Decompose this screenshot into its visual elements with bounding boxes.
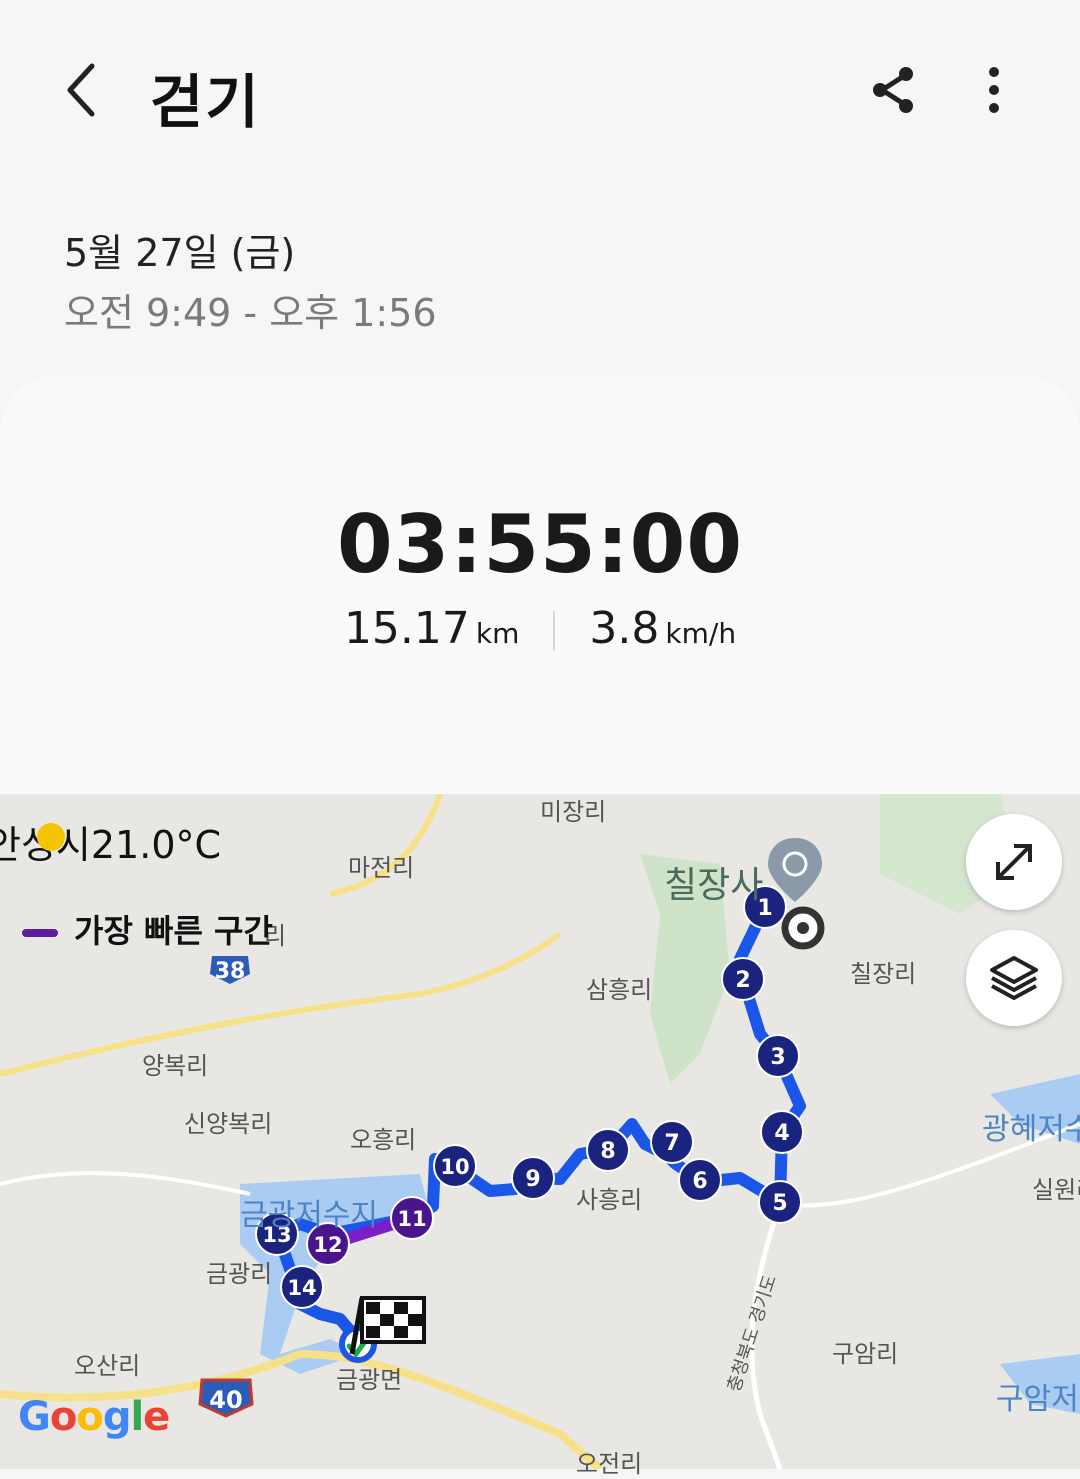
place-label: 신양복리 — [184, 1110, 273, 1138]
back-button[interactable] — [58, 58, 108, 122]
km-marker-11: 11 — [390, 1196, 434, 1240]
km-marker-label: 5 — [772, 1191, 787, 1216]
km-marker-8: 8 — [586, 1128, 630, 1172]
distance-value: 15.17 — [343, 603, 470, 654]
chevron-left-icon — [67, 63, 95, 117]
km-marker-label: 8 — [600, 1139, 615, 1164]
km-marker-10: 10 — [433, 1144, 477, 1188]
km-marker-5: 5 — [758, 1180, 802, 1224]
place-label: 금광면 — [336, 1366, 403, 1394]
end-point-dot — [797, 922, 809, 934]
legend-swatch — [22, 929, 58, 937]
km-marker-label: 14 — [287, 1276, 316, 1300]
map-legend: 가장 빠른 구간 — [22, 906, 273, 952]
session-time-range: 오전 9:49 - 오후 1:56 — [64, 291, 437, 335]
speed-value: 3.8 — [589, 603, 660, 654]
speed-unit: km/h — [665, 617, 737, 650]
km-marker-label: 9 — [525, 1167, 540, 1192]
place-label: 금광리 — [206, 1260, 273, 1288]
app-header: 걷기 — [0, 0, 1080, 180]
session-date: 5월 27일 (금) — [64, 231, 296, 275]
place-label: 오흥리 — [350, 1126, 417, 1154]
km-marker-label: 3 — [770, 1045, 785, 1070]
more-vertical-icon — [989, 67, 999, 113]
place-label: 실원리 — [1032, 1176, 1080, 1204]
map-layers-button[interactable] — [966, 930, 1062, 1026]
km-marker-3: 3 — [756, 1034, 800, 1078]
km-marker-label: 7 — [664, 1131, 679, 1156]
road-shield-38: 38 — [210, 956, 250, 984]
google-logo: Google — [18, 1394, 170, 1440]
page-title: 걷기 — [150, 68, 261, 136]
svg-text:40: 40 — [209, 1386, 242, 1414]
km-marker-2: 2 — [721, 957, 765, 1001]
km-marker-label: 2 — [735, 968, 750, 993]
place-label: 미장리 — [540, 798, 607, 826]
map-canvas: 38 40 1234567891011121314 — [0, 794, 1080, 1469]
place-label: 오산리 — [74, 1352, 141, 1380]
route-map[interactable]: 38 40 1 2 3 4 5 6 7 8 9 10 11 12 13 14 — [0, 794, 1080, 1469]
km-marker-label: 12 — [313, 1233, 342, 1257]
km-marker-7: 7 — [650, 1120, 694, 1164]
place-label: 사흥리 — [576, 1186, 643, 1214]
expand-icon — [996, 844, 1032, 880]
map-background — [0, 794, 1080, 1469]
km-marker-9: 9 — [511, 1156, 555, 1200]
legend-label: 가장 빠른 구간 — [74, 912, 273, 950]
place-label-lake: 광혜저수 — [982, 1112, 1080, 1147]
place-label: 오전리 — [576, 1450, 643, 1478]
duration-value: 03:55:00 — [337, 498, 743, 591]
stats-divider — [553, 611, 556, 651]
km-marker-label: 11 — [397, 1207, 426, 1231]
place-label-lake: 금광저수지 — [240, 1198, 378, 1233]
expand-map-button[interactable] — [966, 814, 1062, 910]
stats-row: 15.17 km 3.8 km/h — [0, 603, 1080, 654]
place-label: 칠장리 — [850, 960, 917, 988]
place-label: 삼흥리 — [586, 976, 653, 1004]
svg-text:38: 38 — [215, 959, 246, 984]
km-marker-4: 4 — [760, 1110, 804, 1154]
distance-unit: km — [475, 617, 520, 650]
sun-icon — [37, 823, 65, 851]
share-button[interactable] — [866, 62, 922, 118]
km-marker-6: 6 — [678, 1158, 722, 1202]
place-label: 양복리 — [142, 1052, 209, 1080]
more-options-button[interactable] — [970, 62, 1020, 118]
place-label-lake: 구암저수 — [996, 1382, 1080, 1417]
place-label-temple: 칠장사 — [664, 865, 764, 906]
km-marker-label: 6 — [692, 1169, 707, 1194]
km-marker-14: 14 — [280, 1265, 324, 1309]
layers-icon — [990, 956, 1038, 1000]
place-label: 구암리 — [832, 1340, 899, 1368]
km-marker-label: 10 — [440, 1155, 469, 1179]
place-label: 마전리 — [348, 854, 415, 882]
km-marker-label: 4 — [774, 1121, 789, 1146]
share-icon — [873, 67, 913, 113]
